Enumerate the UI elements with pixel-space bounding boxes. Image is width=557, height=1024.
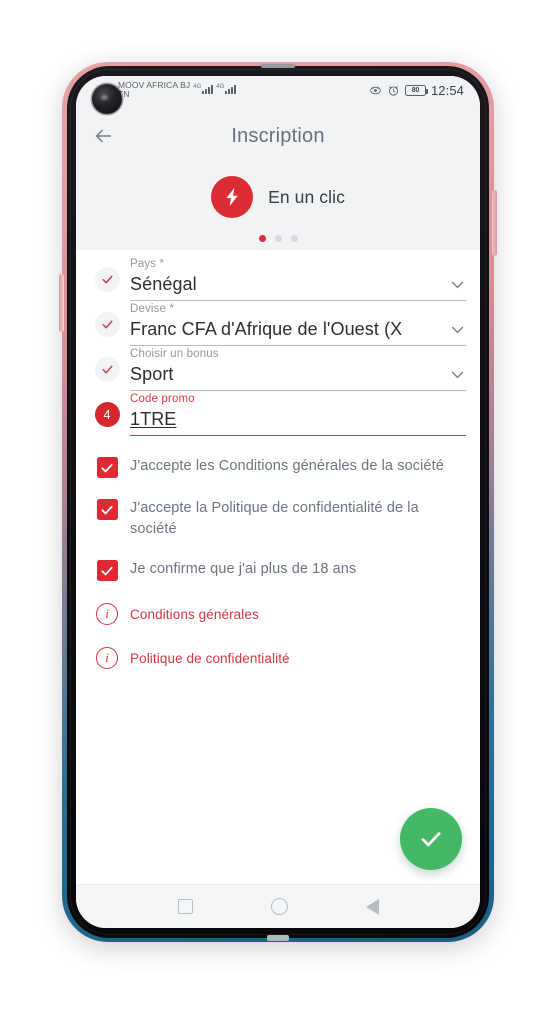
field-code-promo-input[interactable]: 1TRE (130, 409, 466, 436)
signal-bars-icon-2 (225, 85, 237, 94)
checkbox-privacy-label: J'accepte la Politique de confidentialit… (130, 500, 419, 537)
earpiece-speaker (261, 64, 295, 68)
field-bonus-body: Choisir un bonus Sport (130, 348, 466, 391)
valid-check-icon (94, 312, 120, 337)
signal-bars-icon-1 (202, 85, 214, 94)
submit-button[interactable] (400, 808, 462, 870)
registration-form: Pays * Sénégal Devise * Franc CFA d'Afri… (76, 250, 480, 884)
checkmark-icon (101, 463, 113, 472)
field-code-promo-status: 4 (84, 402, 130, 436)
recents-square-icon[interactable] (177, 899, 193, 914)
chevron-down-icon (451, 281, 464, 289)
checkbox-privacy-slot (84, 498, 130, 520)
link-row-terms[interactable]: i Conditions générales (76, 603, 480, 626)
link-row-privacy[interactable]: i Politique de confidentialité (76, 647, 480, 670)
chevron-down-icon (451, 371, 464, 379)
battery-icon: 80 (404, 85, 429, 96)
promo-row: En un clic (76, 176, 480, 218)
back-button[interactable] (90, 123, 116, 149)
valid-check-icon (94, 357, 120, 382)
field-code-promo-label: Code promo (130, 393, 195, 405)
alarm-icon (388, 86, 399, 96)
step-number-badge: 4 (94, 402, 120, 427)
field-bonus-value: Sport (130, 364, 174, 384)
bolt-glyph-icon (226, 187, 238, 207)
carousel-dot-1[interactable] (258, 235, 266, 242)
front-camera-icon (92, 84, 122, 114)
app-bar: Inscription (76, 110, 480, 162)
field-pays-body: Pays * Sénégal (130, 258, 466, 301)
phone-screen: MOOV AFRICA BJ TN 4G 4G 80 12:54 Inscrip… (76, 76, 480, 928)
back-triangle-icon[interactable] (365, 898, 379, 915)
carousel-dot-3[interactable] (290, 235, 298, 242)
charging-port (267, 935, 289, 941)
field-pays: Pays * Sénégal (76, 258, 480, 301)
field-bonus-select[interactable]: Sport (130, 364, 466, 391)
checkbox-row-age[interactable]: Je confirme que j'ai plus de 18 ans (76, 559, 480, 582)
checkbox-privacy[interactable] (96, 499, 118, 520)
valid-check-icon (94, 267, 120, 292)
link-privacy-label[interactable]: Politique de confidentialité (130, 651, 290, 666)
link-privacy-slot: i (84, 647, 130, 670)
field-pays-label: Pays * (130, 258, 165, 270)
field-bonus-status (84, 357, 130, 391)
field-devise-label: Devise * (130, 303, 175, 315)
check-glyph-icon (101, 275, 113, 284)
field-code-promo: 4 Code promo 1TRE (76, 393, 480, 436)
carrier-name: MOOV AFRICA BJ TN (118, 81, 190, 98)
check-glyph-icon (101, 320, 113, 329)
checkmark-icon (101, 566, 113, 576)
checkbox-age-label: Je confirme que j'ai plus de 18 ans (130, 561, 357, 578)
link-terms-slot: i (84, 603, 130, 626)
checkbox-row-terms[interactable]: J'accepte les Conditions générales de la… (76, 456, 480, 478)
android-nav-bar (76, 884, 480, 928)
status-bar-right: 80 12:54 (369, 81, 464, 98)
field-devise-value: Franc CFA d'Afrique de l'Ouest (X (130, 319, 403, 339)
power-button[interactable] (492, 190, 497, 256)
checkbox-row-privacy[interactable]: J'accepte la Politique de confidentialit… (76, 498, 480, 539)
page-title: Inscription (231, 124, 325, 147)
field-code-promo-body: Code promo 1TRE (130, 393, 466, 436)
link-terms-label[interactable]: Conditions générales (130, 607, 259, 622)
chevron-down-icon (451, 326, 464, 334)
network-type-label-2: 4G (216, 84, 225, 90)
eye-icon (370, 86, 381, 95)
carrier-line-2: TN (118, 88, 130, 99)
signal-indicator-2: 4G (216, 84, 237, 94)
signal-indicator-1: 4G (193, 84, 214, 94)
lightning-bolt-icon (211, 176, 254, 218)
info-icon: i (96, 603, 118, 626)
field-devise-select[interactable]: Franc CFA d'Afrique de l'Ouest (X (130, 319, 466, 346)
phone-device: MOOV AFRICA BJ TN 4G 4G 80 12:54 Inscrip… (59, 62, 497, 942)
home-circle-icon[interactable] (270, 898, 288, 915)
field-devise-status (84, 312, 130, 346)
checkbox-terms-label: J'accepte les Conditions générales de la… (130, 458, 444, 474)
field-pays-value: Sénégal (130, 274, 197, 294)
field-pays-select[interactable]: Sénégal (130, 274, 466, 301)
status-bar: MOOV AFRICA BJ TN 4G 4G 80 12:54 (76, 76, 480, 114)
checkbox-age-slot (84, 559, 130, 582)
checkbox-terms-slot (84, 456, 130, 478)
promo-label: En un clic (268, 186, 345, 207)
promo-header: En un clic (76, 162, 480, 250)
checkbox-age[interactable] (96, 560, 118, 582)
checkbox-terms[interactable] (96, 457, 118, 478)
field-pays-status (84, 267, 130, 301)
check-icon (421, 832, 441, 847)
field-devise-body: Devise * Franc CFA d'Afrique de l'Ouest … (130, 303, 466, 346)
field-code-promo-value: 1TRE (130, 409, 177, 429)
check-glyph-icon (101, 365, 113, 374)
volume-button[interactable] (59, 274, 64, 332)
status-bar-clock: 12:54 (430, 83, 464, 98)
checkmark-icon (101, 505, 113, 514)
field-devise: Devise * Franc CFA d'Afrique de l'Ouest … (76, 303, 480, 346)
field-bonus-label: Choisir un bonus (130, 348, 219, 360)
carousel-dot-2[interactable] (274, 235, 282, 242)
field-bonus: Choisir un bonus Sport (76, 348, 480, 391)
battery-level-label: 80 (411, 87, 420, 94)
arrow-left-icon (95, 129, 112, 143)
carousel-dots (76, 235, 480, 242)
info-icon: i (96, 647, 118, 670)
network-type-label-1: 4G (193, 84, 202, 90)
